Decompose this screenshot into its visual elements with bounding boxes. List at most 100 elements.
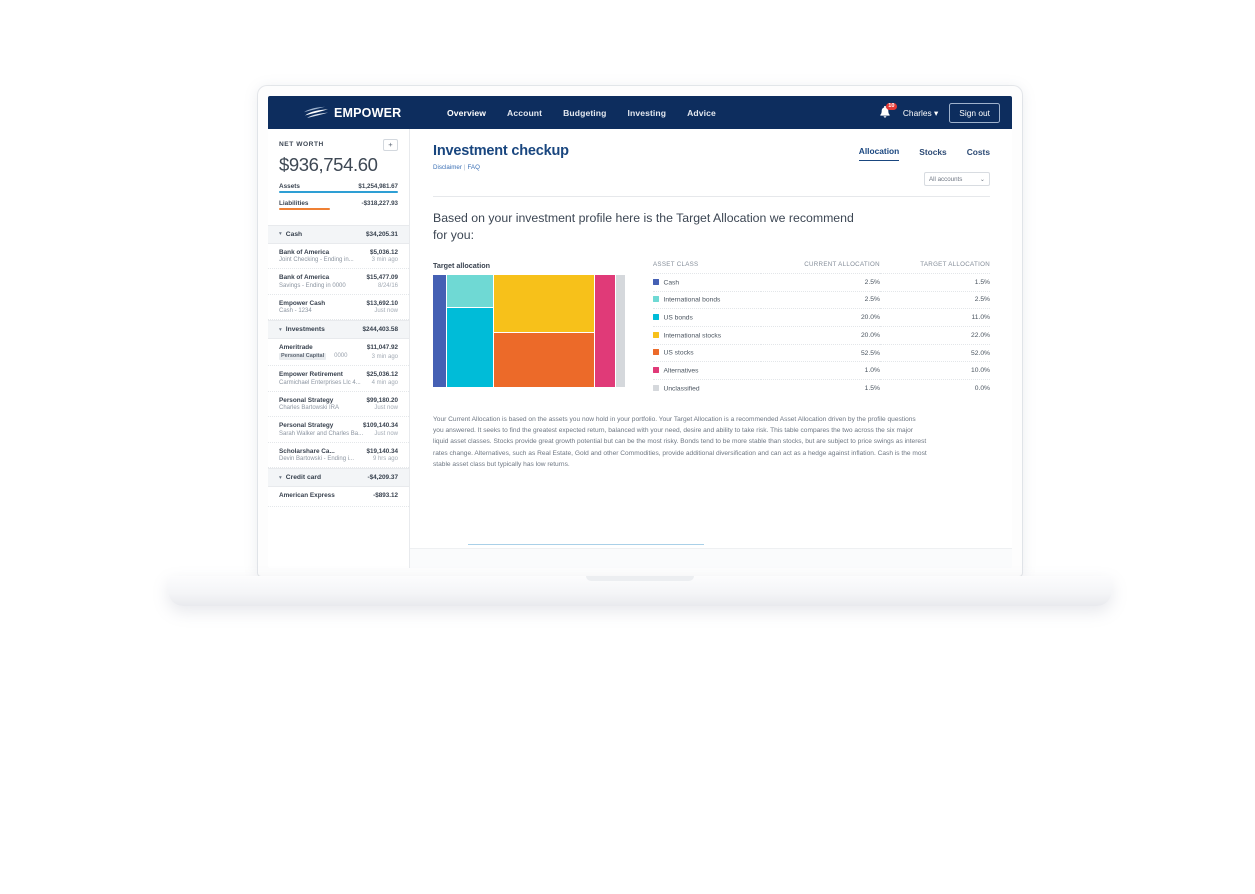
laptop-lid: EMPOWER Overview Account Budgeting Inves… xyxy=(258,86,1022,576)
account-row[interactable]: Bank of America $5,036.12 Joint Checking -… xyxy=(268,243,409,270)
laptop-base xyxy=(168,576,1112,606)
account-group-name: Investments xyxy=(285,326,325,334)
chart-title: Target allocation xyxy=(433,260,490,270)
page-header: Investment checkup Disclaimer | FAQ Alloca… xyxy=(433,143,990,186)
account-timestamp: 3 min ago xyxy=(371,257,398,264)
treemap-block[interactable] xyxy=(446,274,494,308)
account-subtitle: Joint Checking - Ending in... xyxy=(279,257,354,264)
wave-logo-icon xyxy=(304,106,328,118)
legend-swatch-icon xyxy=(653,278,659,285)
table-row: International stocks 20.0% 22.0% xyxy=(653,325,990,345)
asset-class-label: US bonds xyxy=(663,314,693,322)
nav-item-overview[interactable]: Overview xyxy=(447,108,486,118)
account-name: Empower Cash xyxy=(279,299,326,307)
treemap-block[interactable] xyxy=(494,274,594,332)
asset-class-label: International bonds xyxy=(663,296,721,304)
treemap-block[interactable] xyxy=(616,274,626,387)
target-allocation-treemap[interactable] xyxy=(433,274,628,387)
target-allocation-value: 22.0% xyxy=(879,325,990,345)
treemap-block[interactable] xyxy=(594,274,616,387)
asset-class-label: Alternatives xyxy=(663,367,699,375)
liabilities-value: -$318,227.93 xyxy=(361,199,398,207)
treemap-column-group xyxy=(616,274,626,387)
assets-summary[interactable]: Assets $1,254,981.67 xyxy=(279,183,398,193)
page-links: Disclaimer | FAQ xyxy=(433,164,569,171)
caret-down-icon: ▾ xyxy=(279,326,282,333)
sign-out-button[interactable]: Sign out xyxy=(949,102,1000,123)
target-allocation-value: 2.5% xyxy=(879,290,990,309)
account-row[interactable]: Bank of America $15,477.09 Savings - Endin… xyxy=(268,269,409,295)
tab-allocation[interactable]: Allocation xyxy=(858,146,900,161)
disclaimer-link[interactable]: Disclaimer xyxy=(433,164,462,171)
current-allocation-value: 20.0% xyxy=(760,325,880,345)
account-group-header[interactable]: ▾ Investments $244,403.58 xyxy=(268,320,409,340)
account-group-header[interactable]: ▾ Cash $34,205.31 xyxy=(268,224,409,244)
user-menu[interactable]: Charles ▾ xyxy=(903,108,938,118)
current-allocation-value: 1.0% xyxy=(760,361,880,380)
add-account-button[interactable]: + xyxy=(383,139,398,151)
account-group-name: Credit card xyxy=(285,474,322,482)
account-balance: $25,036.12 xyxy=(366,371,398,379)
treemap-block[interactable] xyxy=(494,332,594,387)
account-subtitle: Charles Bartowski IRA xyxy=(279,405,340,412)
account-name: Personal Strategy xyxy=(279,422,334,430)
target-allocation-value: 52.0% xyxy=(879,343,990,362)
account-filter-select[interactable]: All accounts ⌄ xyxy=(924,172,990,186)
account-row[interactable]: Ameritrade $11,047.92 Personal Capital 0000… xyxy=(268,339,409,367)
account-row[interactable]: American Express -$893.12 xyxy=(268,487,409,507)
liabilities-bar xyxy=(279,208,331,210)
account-row[interactable]: Empower Cash $13,692.10 Cash - 1234 Just no… xyxy=(268,294,409,321)
target-allocation-value: 0.0% xyxy=(879,379,990,397)
notifications-button[interactable]: 10 xyxy=(878,102,897,121)
account-balance: $5,036.12 xyxy=(369,248,398,256)
asset-class-label: Unclassified xyxy=(663,385,700,393)
account-row[interactable]: Scholarshare Ca... $19,140.34 Devin Bartow… xyxy=(268,442,409,469)
treemap-column-group xyxy=(446,274,494,387)
account-timestamp: Just now xyxy=(374,405,398,412)
nav-item-investing[interactable]: Investing xyxy=(628,108,667,118)
empower-logo[interactable]: EMPOWER xyxy=(268,106,425,120)
user-name: Charles xyxy=(902,107,932,118)
account-name: Scholarshare Ca... xyxy=(279,447,335,455)
nav-item-advice[interactable]: Advice xyxy=(687,108,716,118)
account-group-header[interactable]: ▾ Credit card -$4,209.37 xyxy=(268,468,409,488)
table-row: Alternatives 1.0% 10.0% xyxy=(653,361,990,380)
account-name: American Express xyxy=(279,492,335,500)
tab-stocks[interactable]: Stocks xyxy=(919,147,946,161)
nav-item-account[interactable]: Account xyxy=(507,108,542,118)
legend-swatch-icon xyxy=(653,313,659,320)
assets-bar xyxy=(279,191,398,193)
account-subtitle: Savings - Ending in 0000 xyxy=(279,282,346,289)
legend-swatch-icon xyxy=(653,366,659,373)
account-name: Empower Retirement xyxy=(279,371,343,379)
account-row[interactable]: Empower Retirement $25,036.12 Carmichael E… xyxy=(268,366,409,392)
treemap-block[interactable] xyxy=(446,308,494,387)
browser-screen: EMPOWER Overview Account Budgeting Inves… xyxy=(268,96,1012,568)
liabilities-summary[interactable]: Liabilities -$318,227.93 xyxy=(279,200,398,210)
treemap-column-group xyxy=(494,274,594,387)
header-divider xyxy=(433,196,990,197)
treemap-block[interactable] xyxy=(433,274,446,387)
account-row[interactable]: Personal Strategy $99,180.20 Charles Barto… xyxy=(268,391,409,418)
table-row: International bonds 2.5% 2.5% xyxy=(653,290,990,309)
account-balance: $99,180.20 xyxy=(366,396,398,404)
account-balance: -$893.12 xyxy=(373,492,398,500)
account-name: Bank of America xyxy=(279,248,330,256)
tab-costs[interactable]: Costs xyxy=(967,147,990,161)
allocation-table-column: ASSET CLASS CURRENT ALLOCATION TARGET AL… xyxy=(653,261,990,397)
account-group-total: $34,205.31 xyxy=(366,230,398,238)
link-separator: | xyxy=(463,164,466,171)
faq-link[interactable]: FAQ xyxy=(468,164,480,171)
nav-item-budgeting[interactable]: Budgeting xyxy=(563,108,606,118)
current-allocation-value: 2.5% xyxy=(760,290,880,309)
account-timestamp: 3 min ago xyxy=(371,354,398,361)
account-balance: $109,140.34 xyxy=(362,422,398,430)
account-timestamp: 4 min ago xyxy=(371,379,398,386)
account-balance: $13,692.10 xyxy=(366,299,398,307)
caret-down-icon: ▾ xyxy=(279,474,282,481)
table-row: Cash 2.5% 1.5% xyxy=(653,272,990,292)
table-row: US stocks 52.5% 52.0% xyxy=(653,343,990,362)
account-row[interactable]: Personal Strategy $109,140.34 Sarah Walker… xyxy=(268,417,409,443)
account-balance: $19,140.34 xyxy=(366,447,398,455)
asset-class-label: International stocks xyxy=(663,332,722,340)
